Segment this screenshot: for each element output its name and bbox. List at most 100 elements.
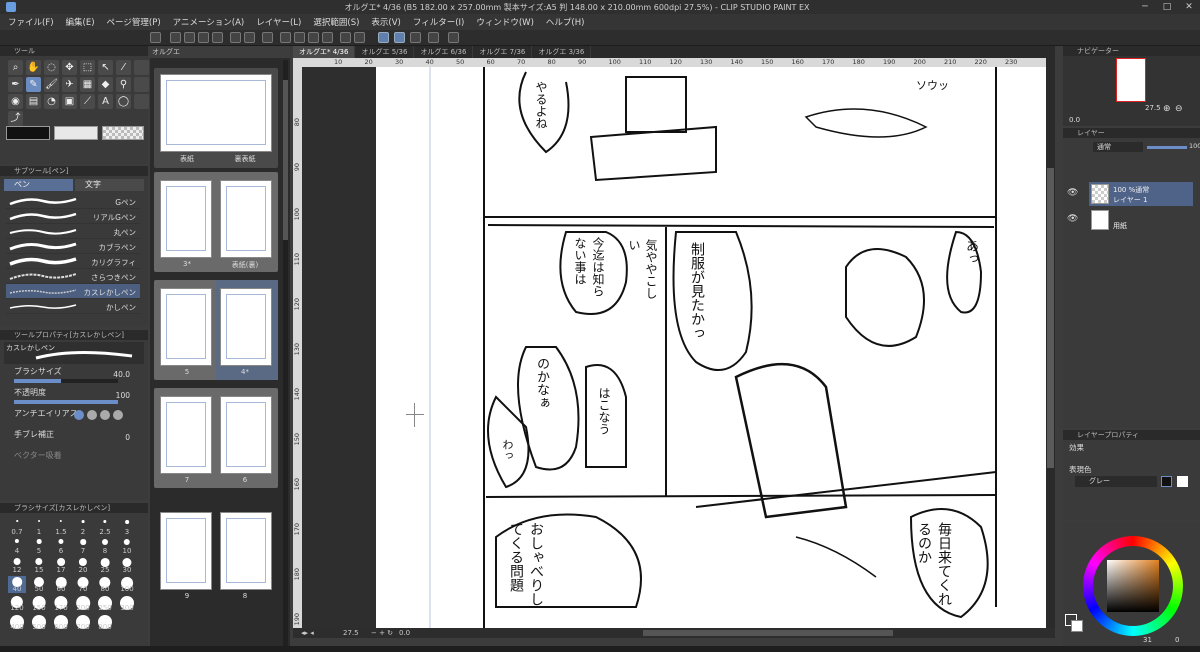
zoom-out-icon[interactable]: ⊖ bbox=[1175, 104, 1183, 114]
menu-file[interactable]: ファイル(F) bbox=[8, 16, 54, 28]
object-tool-icon[interactable]: ↖ bbox=[98, 60, 113, 75]
spread-cover[interactable]: 表紙 裏表紙 bbox=[154, 68, 278, 168]
clear-icon[interactable] bbox=[280, 32, 291, 43]
subtool-tab-pen[interactable]: ペン bbox=[4, 179, 73, 191]
navigator-zoom[interactable]: 27.5 bbox=[1145, 104, 1161, 112]
figure-tool-icon[interactable]: ◔ bbox=[44, 94, 59, 109]
save-icon[interactable] bbox=[198, 32, 209, 43]
stabilize-row[interactable]: 手ブレ補正 0 bbox=[0, 429, 148, 450]
menu-layer[interactable]: レイヤー(L) bbox=[256, 16, 301, 28]
loading-icon[interactable] bbox=[262, 32, 273, 43]
doc-tab-4[interactable]: オルグエ* 4/36 bbox=[293, 46, 356, 58]
brush-size-preset[interactable]: 12 bbox=[8, 557, 26, 574]
correct-line-tool-icon[interactable]: ⤴ bbox=[8, 111, 23, 126]
gradient-tool-icon[interactable]: ▤ bbox=[26, 94, 41, 109]
brush-size-preset[interactable]: 2 bbox=[74, 519, 92, 536]
canvas-footer-controls[interactable]: ◂▸ ◂ bbox=[301, 629, 314, 637]
brush-size-value[interactable]: 40.0 bbox=[113, 370, 130, 379]
brush-size-preset[interactable]: 40 bbox=[8, 576, 26, 593]
stabilize-value[interactable]: 0 bbox=[125, 433, 130, 442]
transparent-color-swatch[interactable] bbox=[102, 126, 144, 140]
balloon-tool-icon[interactable]: ◯ bbox=[116, 94, 131, 109]
brush-size-preset[interactable]: 200 bbox=[74, 595, 92, 612]
opacity-value[interactable]: 100 bbox=[116, 391, 130, 400]
maximize-icon[interactable]: □ bbox=[1156, 2, 1178, 12]
brush-size-preset[interactable]: 10 bbox=[118, 538, 136, 555]
antialias-options[interactable] bbox=[74, 410, 123, 420]
menu-filter[interactable]: フィルター(I) bbox=[413, 16, 464, 28]
redo-icon[interactable] bbox=[244, 32, 255, 43]
subtool-tab-text[interactable]: 文字 bbox=[75, 179, 144, 191]
brush-item-selected[interactable]: カスレかしペン bbox=[6, 284, 140, 299]
brush-size-preset[interactable]: 250 bbox=[96, 595, 114, 612]
help-icon[interactable] bbox=[448, 32, 459, 43]
menu-view[interactable]: 表示(V) bbox=[371, 16, 400, 28]
zoom-tool-icon[interactable]: ⌕ bbox=[8, 60, 23, 75]
new-file-icon[interactable] bbox=[170, 32, 181, 43]
opacity-slider[interactable] bbox=[14, 400, 118, 404]
brush-item[interactable]: カリグラフィ bbox=[6, 254, 140, 269]
layer-item-selected[interactable]: 100 %通常 レイヤー 1 bbox=[1089, 182, 1193, 206]
brush-size-preset[interactable]: 60 bbox=[52, 576, 70, 593]
canvas-horizontal-scrollbar[interactable] bbox=[643, 630, 893, 636]
canvas-vertical-scrollbar[interactable] bbox=[1046, 58, 1055, 628]
menu-help[interactable]: ヘルプ(H) bbox=[546, 16, 585, 28]
brush-size-preset[interactable]: 150 bbox=[30, 595, 48, 612]
brush-size-preset[interactable]: 1 bbox=[30, 519, 48, 536]
manga-page[interactable]: やるよね ソウッ 今迄は知らない事は 気ややこしい 制服が見たかっ あっ のかな… bbox=[376, 67, 1046, 628]
sub-color-chip[interactable] bbox=[1071, 620, 1083, 632]
brush-size-preset[interactable]: 20 bbox=[74, 557, 92, 574]
snap-special-icon[interactable] bbox=[394, 32, 405, 43]
brush-tool-icon[interactable]: 🖌 bbox=[44, 77, 59, 92]
vector-snap-row[interactable]: ベクター吸着 bbox=[0, 450, 148, 471]
brush-size-preset[interactable]: 5 bbox=[30, 538, 48, 555]
doc-tab-5[interactable]: オルグエ 5/36 bbox=[355, 46, 415, 58]
select-all-icon[interactable] bbox=[340, 32, 351, 43]
doc-tab-3[interactable]: オルグエ 3/36 bbox=[532, 46, 592, 58]
fill-tool-icon[interactable]: ◉ bbox=[8, 94, 23, 109]
new-icon[interactable] bbox=[150, 32, 161, 43]
layer-color-main[interactable] bbox=[1161, 476, 1172, 487]
sub-color-swatch[interactable] bbox=[54, 126, 98, 140]
blend-tool-icon[interactable]: ⚲ bbox=[116, 77, 131, 92]
canvas-area[interactable]: やるよね ソウッ 今迄は知らない事は 気ややこしい 制服が見たかっ あっ のかな… bbox=[302, 67, 1046, 628]
brush-size-preset[interactable]: 17 bbox=[52, 557, 70, 574]
brush-item[interactable]: カブラペン bbox=[6, 239, 140, 254]
airbrush-tool-icon[interactable]: ✈ bbox=[62, 77, 77, 92]
select-tool-icon[interactable]: ⬚ bbox=[80, 60, 95, 75]
main-color-swatch[interactable] bbox=[6, 126, 50, 140]
brush-size-preset[interactable]: 170 bbox=[52, 595, 70, 612]
footer-zoom-buttons[interactable]: − + ↻ bbox=[371, 629, 393, 637]
visibility-eye-icon[interactable]: 👁 bbox=[1067, 188, 1078, 198]
layer-item[interactable]: 用紙 bbox=[1089, 208, 1193, 232]
visibility-eye-icon[interactable]: 👁 bbox=[1067, 214, 1078, 224]
frame-tool-icon[interactable]: ▣ bbox=[62, 94, 77, 109]
menu-select[interactable]: 選択範囲(S) bbox=[313, 16, 359, 28]
brush-size-preset[interactable]: 50 bbox=[30, 576, 48, 593]
minimize-icon[interactable]: ─ bbox=[1134, 2, 1156, 12]
spread-3[interactable]: 3* 表紙(裏) bbox=[154, 172, 278, 272]
spread-7[interactable]: 7 6 bbox=[154, 388, 278, 488]
brush-size-preset[interactable]: 15 bbox=[30, 557, 48, 574]
ruler-tool-icon[interactable]: ⟋ bbox=[80, 94, 95, 109]
deselect-icon[interactable] bbox=[354, 32, 365, 43]
close-icon[interactable]: ✕ bbox=[1178, 2, 1200, 12]
layer-color-sub[interactable] bbox=[1177, 476, 1188, 487]
snap-ruler-icon[interactable] bbox=[378, 32, 389, 43]
brush-size-preset[interactable]: 6 bbox=[52, 538, 70, 555]
lasso-tool-icon[interactable]: ◌ bbox=[44, 60, 59, 75]
footer-zoom-value[interactable]: 27.5 bbox=[343, 629, 359, 637]
zoom-in-icon[interactable]: ⊕ bbox=[1163, 104, 1171, 114]
brush-item[interactable]: Gペン bbox=[6, 194, 140, 209]
brush-size-preset[interactable]: 0.7 bbox=[8, 519, 26, 536]
brush-size-preset[interactable]: 25 bbox=[96, 557, 114, 574]
brush-size-preset[interactable]: 3 bbox=[118, 519, 136, 536]
brush-item[interactable]: 丸ペン bbox=[6, 224, 140, 239]
crop-icon[interactable] bbox=[308, 32, 319, 43]
brush-item[interactable]: かしペン bbox=[6, 299, 140, 314]
antialias-row[interactable]: アンチエイリアス bbox=[0, 408, 148, 429]
layer-opacity-value[interactable]: 100 bbox=[1189, 142, 1200, 150]
export-icon[interactable] bbox=[212, 32, 223, 43]
brush-size-preset[interactable]: 1.5 bbox=[52, 519, 70, 536]
transform-icon[interactable] bbox=[294, 32, 305, 43]
